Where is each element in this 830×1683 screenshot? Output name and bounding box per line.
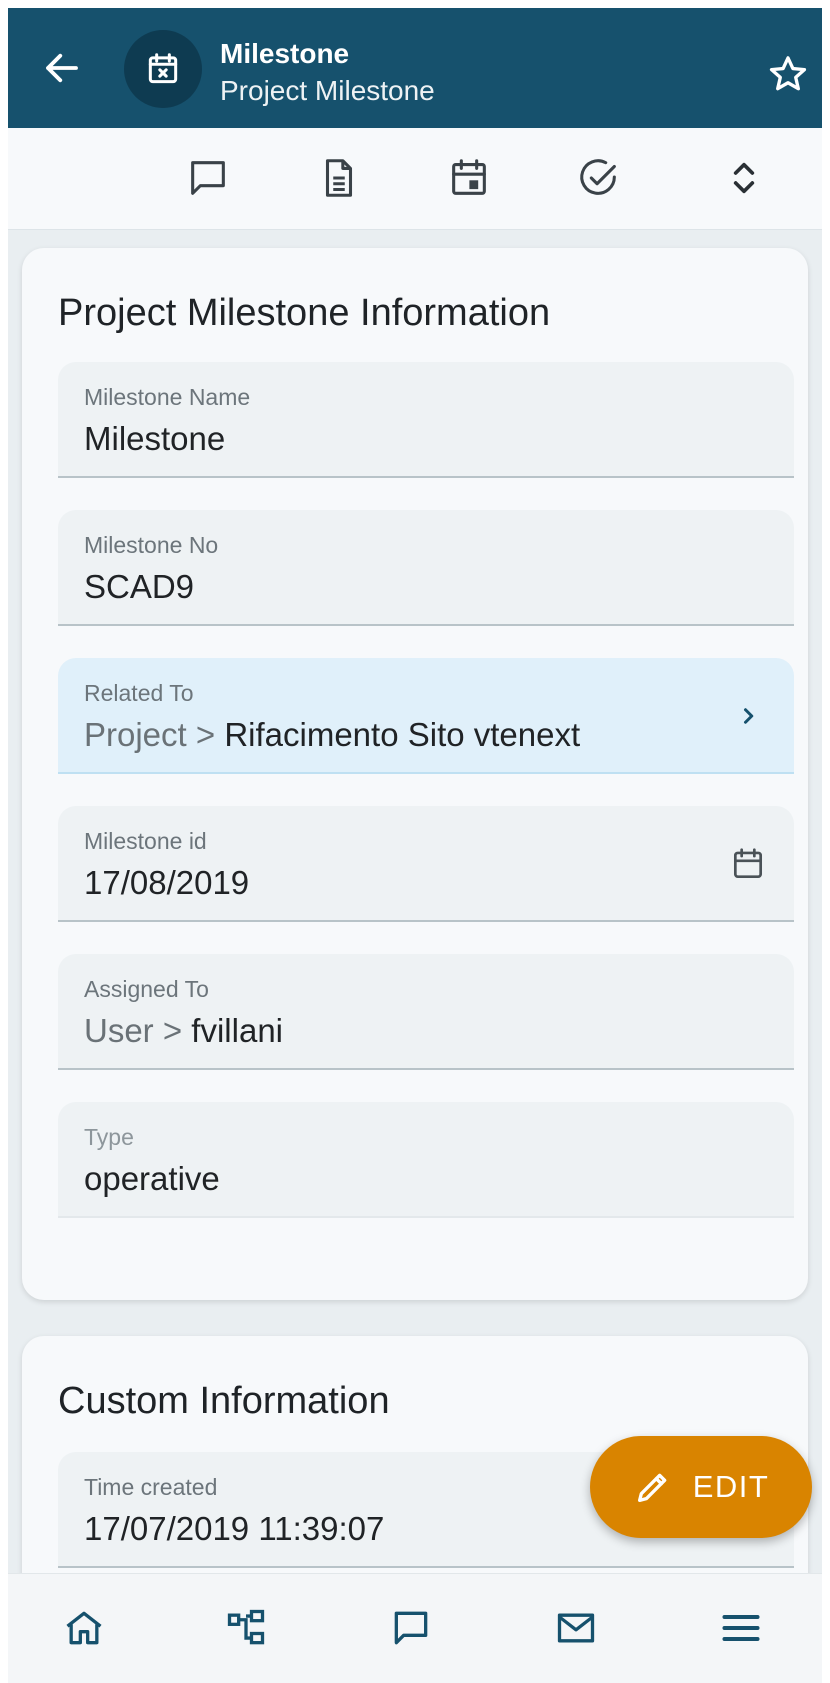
edit-label: EDIT: [692, 1469, 770, 1504]
check-circle-icon: [580, 159, 616, 195]
field-label: Milestone No: [84, 532, 219, 558]
section-title: Custom Information: [58, 1380, 390, 1422]
section-title: Project Milestone Information: [58, 292, 551, 334]
home-icon: [66, 1611, 102, 1645]
mail-icon: [557, 1613, 595, 1643]
chevron-right-icon: [744, 708, 754, 724]
open-related-button[interactable]: [728, 696, 768, 736]
related-to-value: Project > Rifacimento Sito vtenext: [84, 716, 580, 754]
type-field[interactable]: Type operative: [58, 1102, 794, 1218]
calendar-icon: [452, 159, 486, 195]
edit-button[interactable]: EDIT: [590, 1436, 812, 1538]
star-outline-icon: [769, 56, 807, 91]
expand-collapse-button[interactable]: [716, 150, 772, 206]
action-toolbar: [8, 128, 822, 230]
module-avatar: [124, 30, 202, 108]
arrow-left-icon: [46, 53, 78, 83]
milestone-no-field[interactable]: Milestone No SCAD9: [58, 510, 794, 626]
nav-home[interactable]: [56, 1600, 112, 1656]
back-button[interactable]: [32, 38, 92, 98]
comment-icon: [191, 161, 225, 195]
documents-button[interactable]: [311, 150, 367, 206]
field-value: 17/07/2019 11:39:07: [84, 1510, 385, 1547]
document-icon: [325, 159, 353, 197]
comments-button[interactable]: [180, 150, 236, 206]
calendar-x-icon: [148, 53, 178, 84]
related-record: Rifacimento Sito vtenext: [224, 716, 581, 753]
favorite-button[interactable]: [760, 46, 816, 102]
field-value: 17/08/2019: [84, 864, 250, 901]
nav-hierarchy[interactable]: [218, 1600, 274, 1656]
page-title: Milestone: [220, 38, 350, 69]
nav-chat[interactable]: [383, 1600, 439, 1656]
assigned-prefix: User >: [84, 1012, 192, 1049]
field-value: Milestone: [84, 420, 226, 457]
field-label: Milestone id: [84, 828, 207, 854]
app-frame: Milestone Project Milestone Project Mile…: [8, 8, 822, 1683]
field-label: Type: [84, 1124, 134, 1150]
date-picker-button[interactable]: [728, 844, 768, 884]
hierarchy-icon: [227, 1609, 265, 1645]
bottom-navigation: [8, 1573, 822, 1683]
field-value: SCAD9: [84, 568, 195, 605]
menu-icon: [722, 1614, 760, 1642]
calendar-icon: [733, 848, 763, 879]
milestone-id-field[interactable]: Milestone id 17/08/2019: [58, 806, 794, 922]
assigned-to-field[interactable]: Assigned To User > fvillani: [58, 954, 794, 1070]
assigned-to-value: User > fvillani: [84, 1012, 283, 1050]
nav-menu[interactable]: [713, 1600, 769, 1656]
field-label: Related To: [84, 680, 194, 706]
project-milestone-info-card: Project Milestone Information Milestone …: [22, 248, 808, 1300]
field-label: Time created: [84, 1474, 218, 1500]
expand-collapse-icon: [733, 162, 755, 194]
page-subtitle: Project Milestone: [220, 75, 435, 106]
field-value: operative: [84, 1160, 220, 1197]
field-label: Assigned To: [84, 976, 209, 1002]
nav-mail[interactable]: [548, 1600, 604, 1656]
tasks-button[interactable]: [571, 150, 627, 206]
field-label: Milestone Name: [84, 384, 251, 410]
milestone-name-field[interactable]: Milestone Name Milestone: [58, 362, 794, 478]
chat-icon: [394, 1611, 428, 1645]
related-prefix: Project >: [84, 716, 225, 753]
related-to-field[interactable]: Related To Project > Rifacimento Sito vt…: [58, 658, 794, 774]
calendar-button[interactable]: [441, 150, 497, 206]
pencil-icon: [637, 1473, 667, 1502]
assigned-user: fvillani: [191, 1012, 283, 1049]
app-bar: Milestone Project Milestone: [8, 8, 822, 128]
